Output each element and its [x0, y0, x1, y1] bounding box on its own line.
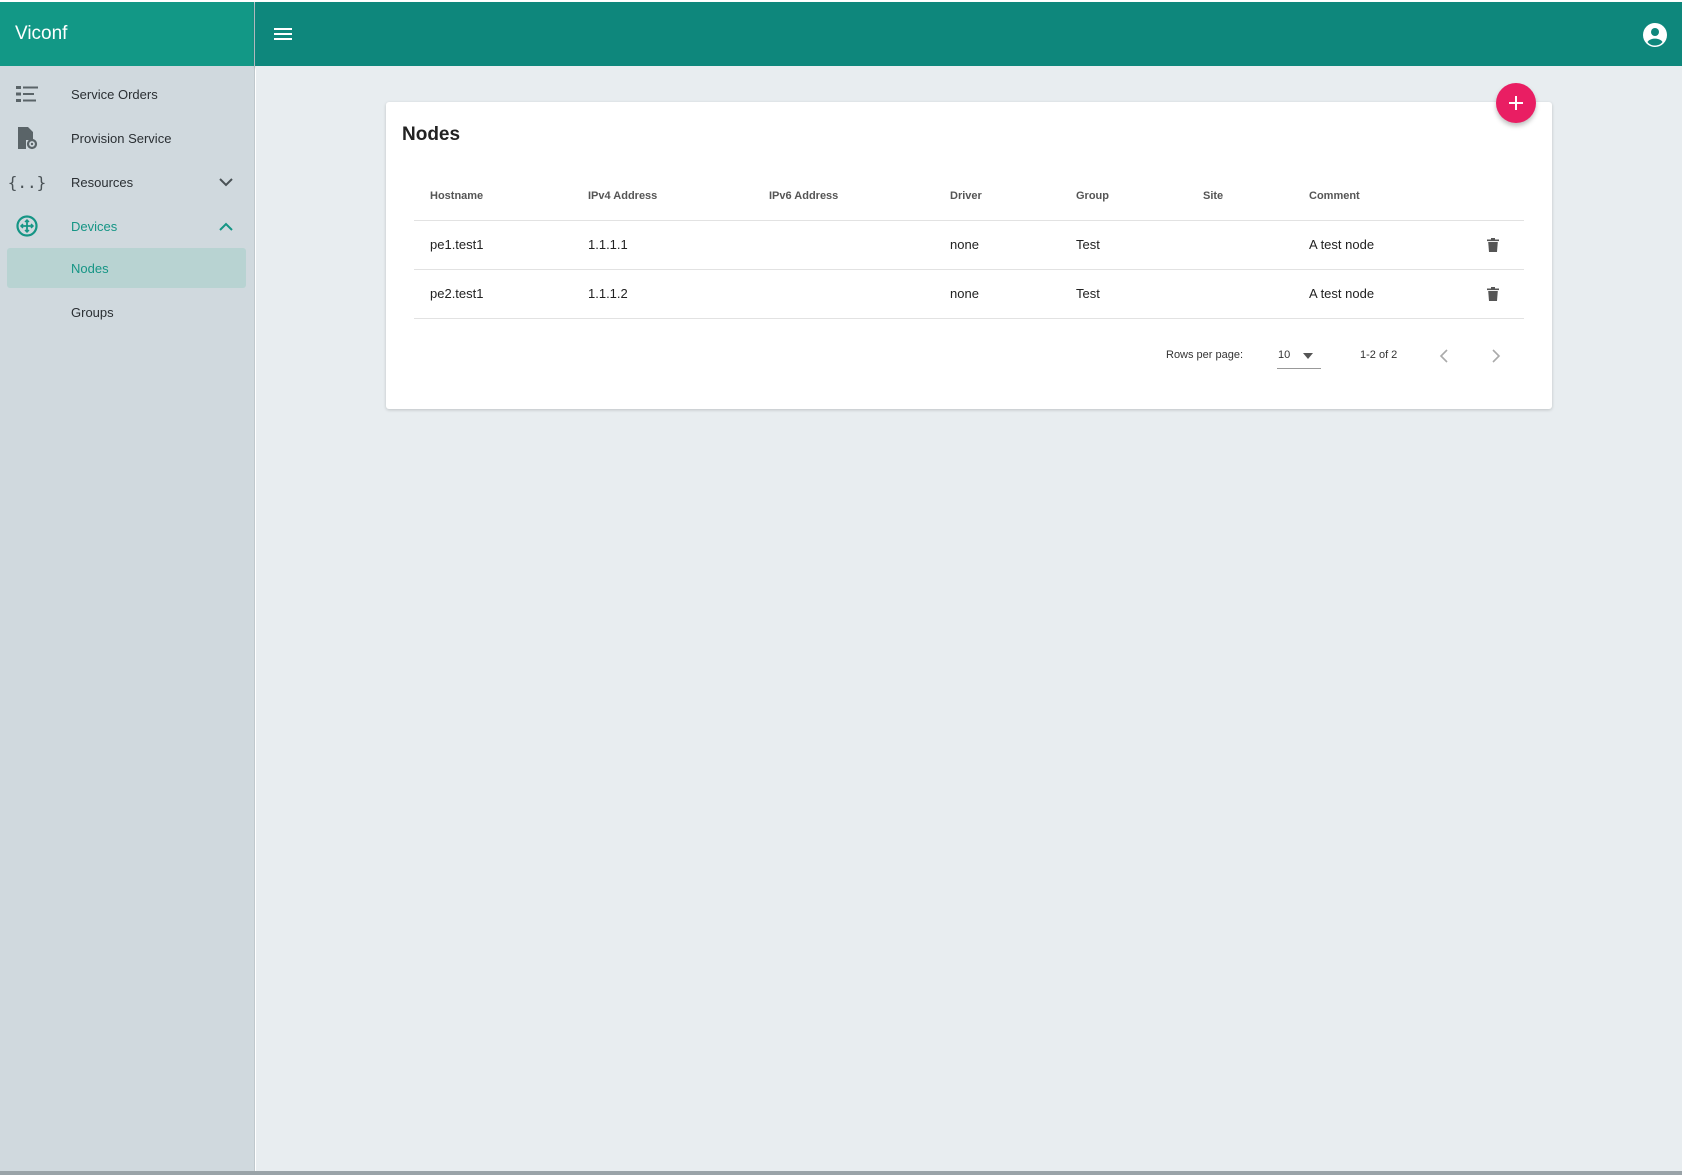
- page-title: Nodes: [402, 124, 461, 145]
- cell-group: Test: [1060, 220, 1187, 270]
- sidebar-item-groups[interactable]: Groups: [7, 292, 246, 332]
- app-root: Viconf Service Orders Provision Service …: [0, 0, 1682, 1175]
- previous-page-button[interactable]: [1436, 347, 1454, 365]
- cell-driver: none: [934, 269, 1060, 319]
- cell-comment: A test node: [1293, 220, 1484, 270]
- sidebar-item-label: Devices: [71, 218, 118, 234]
- next-page-button[interactable]: [1486, 347, 1504, 365]
- braces-icon: {..}: [7, 172, 47, 192]
- sidebar: Viconf Service Orders Provision Service …: [0, 2, 255, 1173]
- sidebar-item-service-orders[interactable]: Service Orders: [0, 72, 254, 116]
- column-header-ipv4[interactable]: IPv4 Address: [572, 172, 753, 221]
- plus-icon: [1509, 96, 1523, 110]
- chevron-right-icon: [1492, 349, 1501, 363]
- add-node-button[interactable]: [1496, 83, 1536, 123]
- sidebar-item-nodes[interactable]: Nodes: [7, 248, 246, 288]
- sidebar-item-provision-service[interactable]: Provision Service: [0, 116, 254, 160]
- delete-icon[interactable]: [1484, 236, 1502, 254]
- chevron-left-icon: [1439, 349, 1448, 363]
- sidebar-item-resources[interactable]: {..} Resources: [0, 160, 254, 204]
- app-title: Viconf: [0, 2, 254, 66]
- table-header-row: Hostname IPv4 Address IPv6 Address Drive…: [414, 172, 1524, 221]
- rows-per-page-label: Rows per page:: [1166, 349, 1244, 361]
- column-header-ipv6[interactable]: IPv6 Address: [753, 172, 934, 221]
- cell-driver: none: [934, 220, 1060, 270]
- menu-icon[interactable]: [271, 22, 295, 46]
- rows-per-page-select[interactable]: 10: [1277, 342, 1321, 369]
- list-icon: [15, 82, 39, 106]
- column-header-driver[interactable]: Driver: [934, 172, 1060, 221]
- chevron-down-icon: [218, 174, 234, 190]
- table-row[interactable]: pe1.test1 1.1.1.1 none Test A test node: [414, 220, 1524, 270]
- cell-hostname: pe2.test1: [414, 269, 572, 319]
- column-header-comment[interactable]: Comment: [1293, 172, 1484, 221]
- top-app-bar: [255, 2, 1682, 66]
- chevron-up-icon: [218, 218, 234, 234]
- cell-ipv6: [753, 269, 934, 319]
- pagination-range: 1-2 of 2: [1360, 349, 1398, 361]
- caret-down-icon: [1303, 353, 1313, 359]
- cell-site: [1187, 269, 1293, 319]
- table-pagination: Rows per page: 10 1-2 of 2: [386, 342, 1552, 372]
- column-header-actions: [1484, 172, 1524, 221]
- cell-actions: [1484, 220, 1524, 270]
- cell-site: [1187, 220, 1293, 270]
- delete-icon[interactable]: [1484, 285, 1502, 303]
- router-icon: [15, 214, 39, 238]
- cell-group: Test: [1060, 269, 1187, 319]
- column-header-site[interactable]: Site: [1187, 172, 1293, 221]
- column-header-hostname[interactable]: Hostname: [414, 172, 572, 221]
- sidebar-item-label: Resources: [71, 174, 134, 190]
- window-bottom-border: [0, 1171, 1682, 1175]
- cell-hostname: pe1.test1: [414, 220, 572, 270]
- nodes-table: Hostname IPv4 Address IPv6 Address Drive…: [414, 172, 1524, 319]
- column-header-group[interactable]: Group: [1060, 172, 1187, 221]
- file-gear-icon: [15, 126, 39, 150]
- account-circle-icon[interactable]: [1642, 22, 1668, 48]
- rows-per-page-value: 10: [1278, 349, 1291, 361]
- cell-comment: A test node: [1293, 269, 1484, 319]
- cell-ipv6: [753, 220, 934, 270]
- sidebar-item-label: Provision Service: [71, 130, 172, 146]
- nodes-card: Nodes Hostname IPv4 Address IPv6 Address…: [386, 83, 1552, 409]
- sidebar-item-label: Service Orders: [71, 86, 158, 102]
- sidebar-item-devices[interactable]: Devices: [0, 204, 254, 248]
- main-content: Nodes Hostname IPv4 Address IPv6 Address…: [256, 66, 1682, 1173]
- cell-ipv4: 1.1.1.1: [572, 220, 753, 270]
- table-row[interactable]: pe2.test1 1.1.1.2 none Test A test node: [414, 269, 1524, 319]
- sidebar-nav: Service Orders Provision Service {..} Re…: [0, 66, 254, 332]
- cell-actions: [1484, 269, 1524, 319]
- cell-ipv4: 1.1.1.2: [572, 269, 753, 319]
